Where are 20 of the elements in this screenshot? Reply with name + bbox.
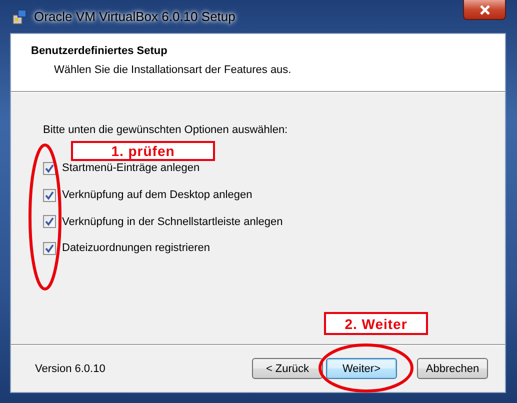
installer-icon bbox=[12, 8, 28, 24]
option-label: Startmenü-Einträge anlegen bbox=[62, 162, 200, 174]
options-prompt: Bitte unten die gewünschten Optionen auswählen: bbox=[43, 124, 289, 136]
checkbox[interactable] bbox=[43, 242, 56, 255]
close-icon bbox=[478, 4, 490, 14]
page-title: Benutzerdefiniertes Setup bbox=[31, 45, 168, 57]
close-button[interactable] bbox=[463, 0, 506, 20]
annotation-label: 2. Weiter bbox=[324, 312, 428, 335]
page-subtitle: Wählen Sie die Installationsart der Features aus. bbox=[54, 64, 292, 76]
option-label: Dateizuordnungen registrieren bbox=[62, 242, 210, 254]
checkbox[interactable] bbox=[43, 215, 56, 228]
annotation-label: 1. prüfen bbox=[71, 141, 215, 161]
window-title: Oracle VM VirtualBox 6.0.10 Setup bbox=[34, 9, 236, 24]
checkbox[interactable] bbox=[43, 188, 56, 202]
dialog-button[interactable]: Weiter> bbox=[326, 358, 397, 379]
dialog-button[interactable]: < Zurück bbox=[252, 358, 323, 379]
dialog-button[interactable]: Abbrechen bbox=[417, 358, 488, 379]
version-label: Version 6.0.10 bbox=[35, 362, 106, 374]
option-label: Verknüpfung auf dem Desktop anlegen bbox=[62, 189, 252, 202]
option-label: Verknüpfung in der Schnellstartleiste anlegen bbox=[62, 216, 283, 228]
